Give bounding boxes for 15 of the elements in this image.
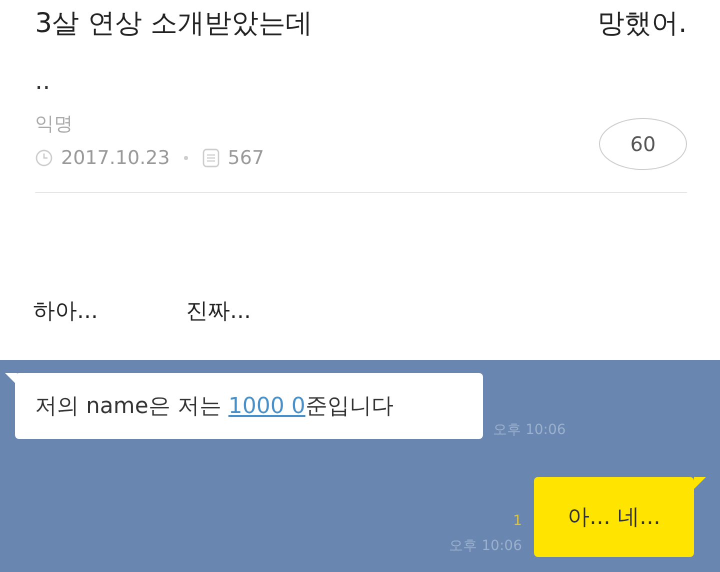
message-text: 저의 name은 저는 1000 0준입니다 xyxy=(35,393,394,421)
unread-count: 1 xyxy=(513,513,522,529)
view-count: 567 xyxy=(228,147,264,169)
clock-icon xyxy=(35,149,53,167)
post-date: 2017.10.23 xyxy=(61,147,170,169)
message-text: 아... 네... xyxy=(568,504,660,532)
post-title: 3살 연상 소개받았는데 xyxy=(35,7,312,41)
author-name: 익명 xyxy=(35,112,74,137)
post-title: .. xyxy=(35,67,50,95)
post-title: 망했어. xyxy=(597,7,687,41)
comment-count[interactable]: 60 xyxy=(599,118,687,170)
body-text: 진짜... xyxy=(186,298,251,326)
separator-dot xyxy=(184,156,188,160)
body-text: 하아... xyxy=(33,298,98,326)
document-icon xyxy=(202,148,220,168)
